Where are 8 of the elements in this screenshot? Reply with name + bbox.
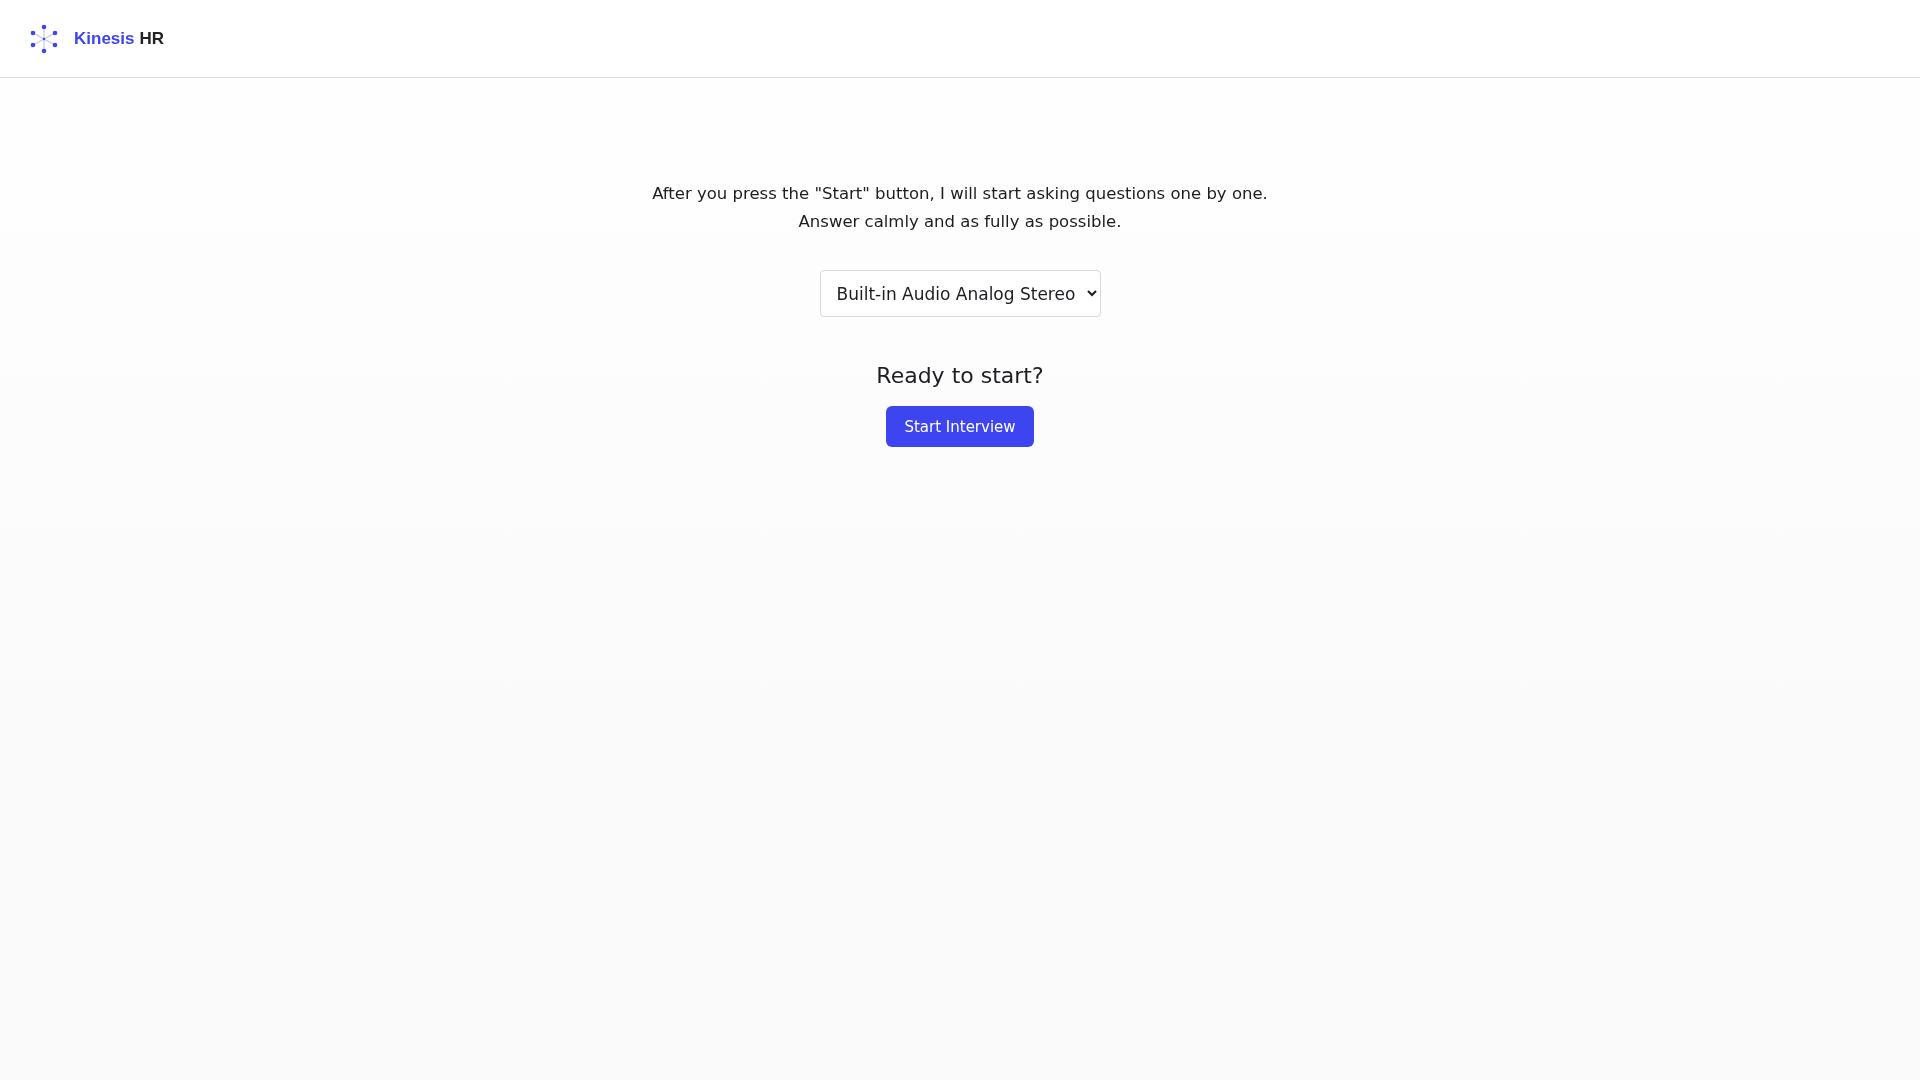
device-select[interactable]: Built-in Audio Analog Stereo — [819, 270, 1101, 317]
intro-text: Answer calmly and as fully as possible. — [797, 211, 1123, 233]
brand-suffix: HR — [139, 28, 165, 49]
ready-heading: Ready to start? — [876, 363, 1044, 388]
logo-icon — [29, 23, 59, 54]
start-interview-button[interactable]: Start Interview — [886, 406, 1034, 447]
intro-text: After you press the "Start" button, I will start asking questions one by one. — [652, 183, 1268, 205]
brand-name: Kinesis — [74, 28, 135, 49]
